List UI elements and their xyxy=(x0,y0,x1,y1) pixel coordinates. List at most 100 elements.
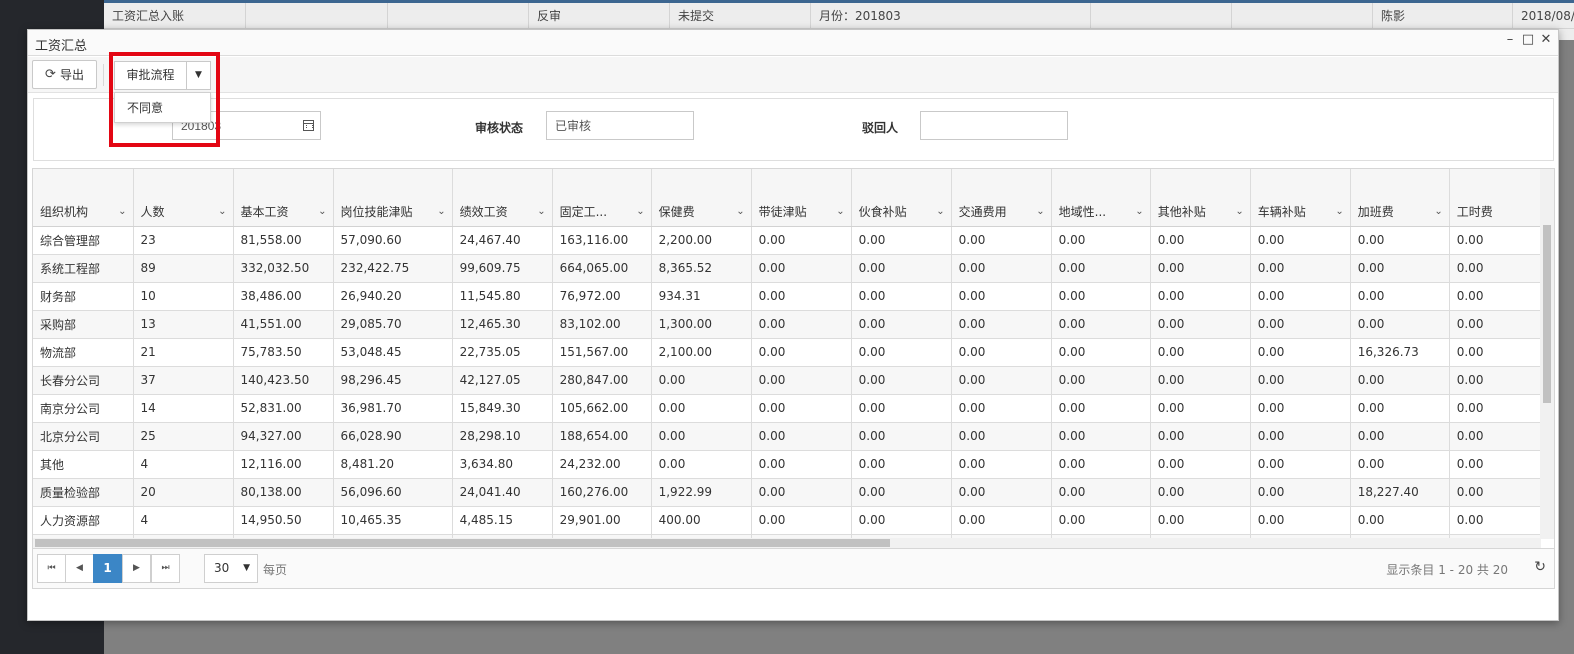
chevron-down-icon[interactable]: ⌄ xyxy=(218,206,226,217)
next-page-button[interactable]: ▶ xyxy=(122,554,151,583)
page-number-button[interactable]: 1 xyxy=(93,554,122,583)
table-cell: 934.31 xyxy=(651,282,752,311)
column-header-label: 人数 xyxy=(140,204,165,219)
first-page-button[interactable]: ⏮ xyxy=(37,554,66,583)
table-cell: 0.00 xyxy=(1051,366,1151,395)
menu-item-disagree[interactable]: 不同意 xyxy=(115,93,210,123)
bg-cell: 反审 xyxy=(529,3,670,29)
table-row[interactable]: 其他 4 12,116.00 8,481.20 3,634.80 24,232.00 0.0… xyxy=(33,450,1541,479)
vertical-scrollbar[interactable] xyxy=(1540,169,1554,539)
refresh-icon[interactable]: ↻ xyxy=(1534,559,1546,575)
column-header[interactable]: 地域性... ⌄ xyxy=(1051,169,1151,227)
caret-down-icon[interactable]: ▼ xyxy=(187,62,210,89)
chevron-down-icon[interactable]: ⌄ xyxy=(1235,206,1243,217)
chevron-down-icon[interactable]: ⌄ xyxy=(936,206,944,217)
column-header-label: 伙食补贴 xyxy=(858,204,907,219)
column-header[interactable]: 固定工... ⌄ xyxy=(552,169,652,227)
column-header[interactable]: 伙食补贴 ⌄ xyxy=(851,169,952,227)
table-row[interactable]: 长春分公司 37 140,423.50 98,296.45 42,127.05 280,8… xyxy=(33,366,1541,395)
bg-cell: 2018/08/ xyxy=(1521,9,1574,23)
rejector-input[interactable] xyxy=(920,111,1068,140)
table-cell: 0.00 xyxy=(1051,394,1151,423)
chevron-down-icon[interactable]: ⌄ xyxy=(1335,206,1343,217)
table-cell: 北京分公司 xyxy=(33,422,134,451)
table-row[interactable]: 物流部 21 75,783.50 53,048.45 22,735.05 151,567.… xyxy=(33,338,1541,367)
table-cell: 13 xyxy=(133,310,234,339)
chevron-down-icon[interactable]: ⌄ xyxy=(318,206,326,217)
maximize-icon[interactable]: □ xyxy=(1520,32,1536,47)
column-header[interactable]: 人数 ⌄ xyxy=(133,169,234,227)
salary-summary-grid: 组织机构 ⌄ 人数 ⌄ 基本工资 ⌄ 岗位技能津贴 ⌄ 绩效工资 ⌄ 固定工... ⌄ 保健费 ⌄ 带徒津贴… xyxy=(32,168,1555,549)
table-row[interactable]: 人力资源部 4 14,950.50 10,465.35 4,485.15 29,901.0… xyxy=(33,506,1541,535)
chevron-down-icon[interactable]: ⌄ xyxy=(736,206,744,217)
approval-flow-button[interactable]: 审批流程 xyxy=(115,62,187,89)
table-row[interactable]: 采购部 13 41,551.00 29,085.70 12,465.30 83,102.0… xyxy=(33,310,1541,339)
table-cell: 163,116.00 xyxy=(552,226,652,255)
table-cell: 0.00 xyxy=(1250,366,1351,395)
column-header[interactable]: 绩效工资 ⌄ xyxy=(452,169,553,227)
close-icon[interactable]: ✕ xyxy=(1538,32,1554,47)
calendar-button[interactable] xyxy=(297,111,321,140)
table-cell: 0.00 xyxy=(951,394,1052,423)
chevron-down-icon[interactable]: ⌄ xyxy=(636,206,644,217)
export-button[interactable]: ⟳ 导出 xyxy=(32,60,97,89)
chevron-down-icon[interactable]: ⌄ xyxy=(118,206,126,217)
chevron-down-icon[interactable]: ⌄ xyxy=(836,206,844,217)
table-row[interactable]: 综合管理部 23 81,558.00 57,090.60 24,467.40 163,11… xyxy=(33,226,1541,255)
column-header[interactable]: 保健费 ⌄ xyxy=(651,169,752,227)
table-cell: 11,545.80 xyxy=(452,282,553,311)
bg-cell xyxy=(388,3,529,29)
column-header[interactable]: 工时费⌄ xyxy=(1449,169,1541,227)
table-row[interactable]: 系统工程部 89 332,032.50 232,422.75 99,609.75 664,… xyxy=(33,254,1541,283)
table-cell: 0.00 xyxy=(751,394,852,423)
chevron-down-icon[interactable]: ⌄ xyxy=(1036,206,1044,217)
column-header[interactable]: 交通费用 ⌄ xyxy=(951,169,1052,227)
prev-page-button[interactable]: ◀ xyxy=(65,554,94,583)
table-cell: 系统工程部 xyxy=(33,254,134,283)
column-header[interactable]: 车辆补贴 ⌄ xyxy=(1250,169,1351,227)
chevron-down-icon[interactable]: ⌄ xyxy=(537,206,545,217)
chevron-down-icon[interactable]: ⌄ xyxy=(437,206,445,217)
page-size-select[interactable]: 30 ▼ xyxy=(204,554,258,583)
table-cell: 0.00 xyxy=(951,310,1052,339)
chevron-down-icon[interactable]: ⌄ xyxy=(1434,206,1442,217)
table-cell: 332,032.50 xyxy=(233,254,334,283)
bg-cell xyxy=(1091,3,1232,29)
table-cell: 0.00 xyxy=(1449,506,1541,535)
table-cell: 76,972.00 xyxy=(552,282,652,311)
table-cell: 2,200.00 xyxy=(651,226,752,255)
table-cell: 29,901.00 xyxy=(552,506,652,535)
chevron-down-icon[interactable]: ⌄ xyxy=(1135,206,1143,217)
column-header[interactable]: 组织机构 ⌄ xyxy=(33,169,134,227)
column-header[interactable]: 加班费 ⌄ xyxy=(1350,169,1450,227)
table-row[interactable]: 南京分公司 14 52,831.00 36,981.70 15,849.30 105,66… xyxy=(33,394,1541,423)
table-cell: 0.00 xyxy=(951,282,1052,311)
column-header[interactable]: 基本工资 ⌄ xyxy=(233,169,334,227)
column-header[interactable]: 岗位技能津贴 ⌄ xyxy=(333,169,453,227)
table-cell: 83,102.00 xyxy=(552,310,652,339)
vertical-scrollbar-thumb[interactable] xyxy=(1543,225,1551,403)
table-cell: 0.00 xyxy=(1150,506,1251,535)
data-table: 组织机构 ⌄ 人数 ⌄ 基本工资 ⌄ 岗位技能津贴 ⌄ 绩效工资 ⌄ 固定工... ⌄ 保健费 ⌄ 带徒津贴… xyxy=(33,169,1541,539)
table-cell: 400.00 xyxy=(651,506,752,535)
table-cell: 0.00 xyxy=(751,450,852,479)
window-titlebar[interactable]: 工资汇总 – □ ✕ xyxy=(28,30,1558,56)
table-cell: 0.00 xyxy=(1449,338,1541,367)
horizontal-scrollbar[interactable] xyxy=(33,538,1541,548)
table-row[interactable]: 质量检验部 20 80,138.00 56,096.60 24,041.40 160,27… xyxy=(33,478,1541,507)
last-page-button[interactable]: ⏭ xyxy=(151,554,180,583)
calendar-icon xyxy=(303,120,314,131)
horizontal-scrollbar-thumb[interactable] xyxy=(35,539,890,547)
table-cell: 0.00 xyxy=(951,450,1052,479)
bg-cell: 未提交 xyxy=(670,3,811,29)
bg-cell xyxy=(1232,3,1373,29)
column-header[interactable]: 带徒津贴 ⌄ xyxy=(751,169,852,227)
table-cell: 4,485.15 xyxy=(452,506,553,535)
table-row[interactable]: 财务部 10 38,486.00 26,940.20 11,545.80 76,972.0… xyxy=(33,282,1541,311)
column-header-label: 基本工资 xyxy=(240,204,289,219)
table-cell: 25 xyxy=(133,422,234,451)
audit-status-input[interactable] xyxy=(546,111,694,140)
minimize-icon[interactable]: – xyxy=(1502,32,1518,47)
column-header[interactable]: 其他补贴 ⌄ xyxy=(1150,169,1251,227)
table-row[interactable]: 北京分公司 25 94,327.00 66,028.90 28,298.10 188,65… xyxy=(33,422,1541,451)
